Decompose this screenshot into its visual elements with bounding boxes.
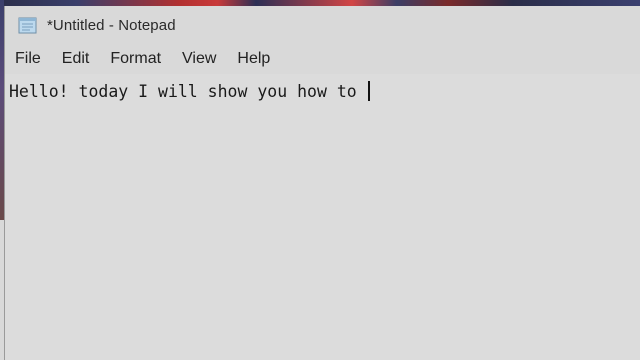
notepad-window: *Untitled - Notepad File Edit Format Vie… (4, 6, 640, 360)
text-caret (367, 81, 370, 101)
menu-edit[interactable]: Edit (54, 48, 98, 70)
menu-help[interactable]: Help (229, 48, 278, 70)
notepad-icon[interactable] (17, 15, 39, 35)
editor-content[interactable]: Hello! today I will show you how to (9, 82, 367, 101)
title-bar[interactable]: *Untitled - Notepad (5, 6, 640, 44)
menu-format[interactable]: Format (102, 48, 169, 70)
menu-file[interactable]: File (7, 48, 49, 70)
menu-view[interactable]: View (174, 48, 224, 70)
editor-line: Hello! today I will show you how to (9, 80, 637, 105)
menu-bar: File Edit Format View Help (5, 44, 640, 74)
window-title: *Untitled - Notepad (47, 16, 176, 34)
text-editor[interactable]: Hello! today I will show you how to (5, 74, 640, 360)
